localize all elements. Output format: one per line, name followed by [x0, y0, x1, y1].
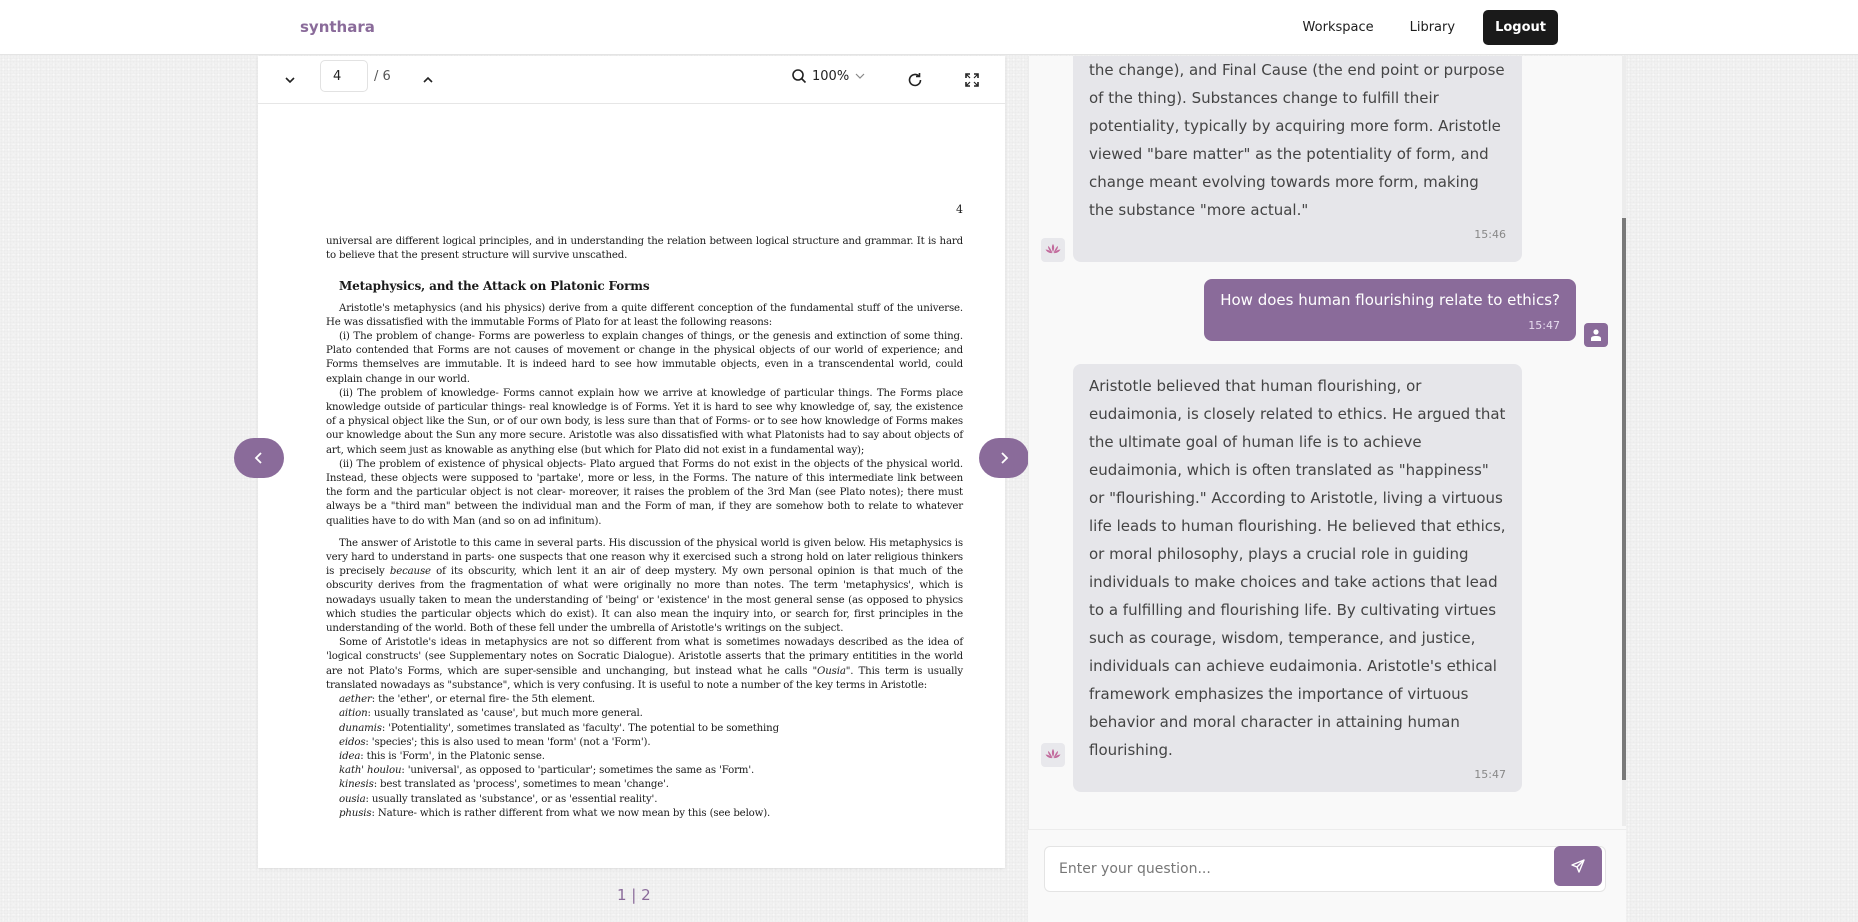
term-definition: : 'Potentiality', sometimes translated a… [381, 722, 779, 734]
page-total: / 6 [374, 69, 391, 84]
term-definition: : this is 'Form', in the Platonic sense. [360, 750, 545, 762]
assistant-avatar [1041, 238, 1065, 262]
chevron-left-icon [254, 452, 262, 464]
user-icon [1591, 329, 1601, 341]
page-number-label: 4 [956, 203, 963, 216]
pdf-paragraph: (i) The problem of change- Forms are pow… [326, 331, 963, 385]
zoom-level: 100% [812, 68, 850, 84]
term-definition: : 'species'; this is also used to mean '… [365, 736, 651, 748]
message-text: How does human flourishing relate to eth… [1220, 291, 1560, 309]
user-message: How does human flourishing relate to eth… [1204, 279, 1576, 341]
pdf-page: 4 universal are different logical princi… [258, 105, 1005, 868]
pdf-text-emphasis: Ousia [817, 665, 846, 677]
chat-scrollbar-thumb[interactable] [1622, 218, 1626, 780]
pdf-paragraph: The answer of Aristotle to this came in … [326, 537, 963, 636]
chevron-down-icon [855, 73, 865, 79]
pdf-paragraph: Some of Aristotle's ideas in metaphysics… [326, 636, 963, 693]
term-name: kath' houlou [339, 765, 402, 777]
zoom-search-icon [792, 69, 807, 84]
question-input[interactable] [1044, 846, 1606, 892]
key-term-item: kath' houlou: 'universal', as opposed to… [326, 764, 963, 778]
pdf-paragraph: Aristotle's metaphysics (and his physics… [326, 302, 963, 328]
term-definition: : best translated as 'process', sometime… [373, 779, 669, 791]
term-name: eidos [339, 736, 366, 748]
term-definition: : usually translated as 'substance', or … [365, 793, 658, 805]
next-page-chevron-down-icon[interactable] [278, 68, 302, 92]
term-definition: : Nature- which is rather different from… [371, 807, 771, 819]
top-navbar: synthara Workspace Library Logout [0, 0, 1858, 55]
message-time: 15:46 [1474, 228, 1506, 241]
chevron-right-icon [1001, 452, 1009, 464]
key-term-item: eidos: 'species'; this is also used to m… [326, 736, 963, 750]
pdf-toolbar: / 6 100% [258, 56, 1005, 104]
assistant-avatar [1041, 743, 1065, 767]
term-name: aition [339, 708, 368, 720]
term-definition: : the 'ether', or eternal fire- the 5th … [371, 694, 596, 706]
pdf-viewer: / 6 100% 4 universal are different logic… [258, 56, 1005, 868]
message-time: 15:47 [1474, 768, 1506, 781]
term-definition: : 'universal', as opposed to 'particular… [401, 765, 755, 777]
logout-button[interactable]: Logout [1483, 10, 1558, 45]
term-name: ousia [339, 793, 366, 805]
message-text: the change), and Final Cause (the end po… [1089, 61, 1505, 219]
pdf-text-emphasis: because [389, 566, 431, 578]
assistant-message: the change), and Final Cause (the end po… [1073, 56, 1522, 262]
send-button[interactable] [1554, 846, 1602, 886]
assistant-message: Aristotle believed that human flourishin… [1073, 364, 1522, 792]
term-name: dunamis [339, 722, 382, 734]
pdf-paragraph: (ii) The problem of knowledge- Forms can… [326, 387, 963, 456]
term-name: kinesis [339, 779, 374, 791]
prev-page-button[interactable] [234, 438, 284, 478]
message-time: 15:47 [1528, 319, 1560, 332]
fullscreen-icon[interactable] [960, 68, 984, 92]
pdf-paragraph: universal are different logical principl… [326, 236, 963, 262]
nav-workspace[interactable]: Workspace [1289, 10, 1388, 45]
rotate-icon[interactable] [903, 68, 927, 92]
prev-page-chevron-up-icon[interactable] [416, 68, 440, 92]
pdf-section-heading: Metaphysics, and the Attack on Platonic … [339, 279, 650, 294]
key-term-item: ousia: usually translated as 'substance'… [326, 793, 963, 807]
message-text: Aristotle believed that human flourishin… [1089, 377, 1506, 759]
send-icon [1571, 859, 1585, 873]
term-name: idea [339, 750, 361, 762]
term-name: aether [339, 694, 372, 706]
lotus-logo-icon [1045, 244, 1061, 254]
key-term-item: dunamis: 'Potentiality', sometimes trans… [326, 722, 963, 736]
page-number-input[interactable] [320, 60, 368, 92]
pdf-paragraph: (ii) The problem of existence of physica… [326, 458, 963, 527]
nav-library[interactable]: Library [1396, 10, 1469, 45]
zoom-dropdown[interactable]: 100% [791, 68, 866, 84]
key-term-item: aether: the 'ether', or eternal fire- th… [326, 693, 963, 707]
key-term-item: phusis: Nature- which is rather differen… [326, 807, 963, 821]
key-term-item: aition: usually translated as 'cause', b… [326, 707, 963, 721]
key-term-item: idea: this is 'Form', in the Platonic se… [326, 750, 963, 764]
brand-logo[interactable]: synthara [300, 18, 375, 36]
document-pager[interactable]: 1 | 2 [617, 886, 651, 904]
key-term-item: kinesis: best translated as 'process', s… [326, 778, 963, 792]
next-page-button[interactable] [979, 438, 1029, 478]
term-name: phusis [339, 807, 372, 819]
term-definition: : usually translated as 'cause', but muc… [367, 708, 643, 720]
user-avatar [1584, 323, 1608, 347]
pdf-text-content: universal are different logical principl… [326, 235, 963, 821]
lotus-logo-icon [1045, 749, 1061, 759]
main-nav: Workspace Library Logout [1289, 10, 1558, 45]
key-terms-list: aether: the 'ether', or eternal fire- th… [326, 693, 963, 821]
